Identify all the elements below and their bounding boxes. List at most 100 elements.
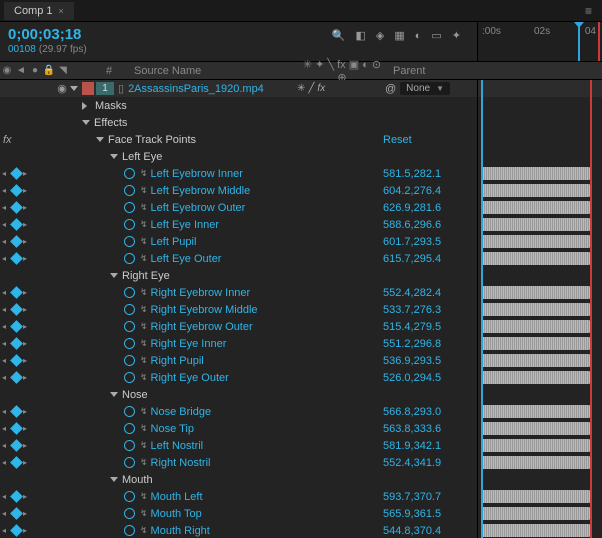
layer-name[interactable]: ▯2AssassinsParis_1920.mp4 [114, 82, 297, 95]
next-keyframe-icon[interactable]: ▸ [23, 170, 31, 178]
keyframe-track[interactable] [481, 184, 590, 197]
prev-keyframe-icon[interactable]: ◂ [2, 187, 10, 195]
next-keyframe-icon[interactable]: ▸ [23, 408, 31, 416]
stopwatch-icon[interactable] [124, 236, 135, 247]
next-keyframe-icon[interactable]: ▸ [23, 289, 31, 297]
link-icon[interactable]: ↯ [140, 304, 148, 315]
keyframe-track[interactable] [481, 320, 590, 333]
prev-keyframe-icon[interactable]: ◂ [2, 204, 10, 212]
stopwatch-icon[interactable] [124, 321, 135, 332]
motion-blur-icon[interactable]: ◐ [415, 30, 422, 42]
prev-keyframe-icon[interactable]: ◂ [2, 493, 10, 501]
collapse-icon[interactable] [110, 392, 118, 401]
property-value[interactable]: 601.7,293.5 [379, 236, 477, 248]
keyframe-diamond-icon[interactable] [10, 286, 23, 299]
link-icon[interactable]: ↯ [140, 423, 148, 434]
pickwhip-icon[interactable]: @ [385, 83, 396, 95]
prev-keyframe-icon[interactable]: ◂ [2, 306, 10, 314]
keyframe-track[interactable] [481, 167, 590, 180]
label-color[interactable] [82, 82, 94, 95]
keyframe-diamond-icon[interactable] [10, 371, 23, 384]
stopwatch-icon[interactable] [124, 508, 135, 519]
keyframe-diamond-icon[interactable] [10, 354, 23, 367]
prev-keyframe-icon[interactable]: ◂ [2, 340, 10, 348]
keyframe-diamond-icon[interactable] [10, 201, 23, 214]
keyframe-track[interactable] [481, 354, 590, 367]
time-ruler[interactable]: :00s 02s 04 [477, 22, 602, 61]
keyframe-diamond-icon[interactable] [10, 490, 23, 503]
keyframe-diamond-icon[interactable] [10, 184, 23, 197]
next-keyframe-icon[interactable]: ▸ [23, 238, 31, 246]
keyframe-track[interactable] [481, 524, 590, 537]
prev-keyframe-icon[interactable]: ◂ [2, 510, 10, 518]
keyframe-diamond-icon[interactable] [10, 218, 23, 231]
property-value[interactable]: 566.8,293.0 [379, 406, 477, 418]
keyframe-track[interactable] [481, 286, 590, 299]
keyframe-diamond-icon[interactable] [10, 252, 23, 265]
property-value[interactable]: 551.2,296.8 [379, 338, 477, 350]
fx-switch[interactable]: fx [317, 83, 325, 94]
prev-keyframe-icon[interactable]: ◂ [2, 255, 10, 263]
property-value[interactable]: 604.2,276.4 [379, 185, 477, 197]
stopwatch-icon[interactable] [124, 355, 135, 366]
keyframe-track[interactable] [481, 337, 590, 350]
keyframe-track[interactable] [481, 439, 590, 452]
keyframe-diamond-icon[interactable] [10, 507, 23, 520]
stopwatch-icon[interactable] [124, 168, 135, 179]
property-value[interactable]: 552.4,282.4 [379, 287, 477, 299]
playhead[interactable] [578, 22, 580, 61]
next-keyframe-icon[interactable]: ▸ [23, 340, 31, 348]
link-icon[interactable]: ↯ [140, 219, 148, 230]
link-icon[interactable]: ↯ [140, 372, 148, 383]
stopwatch-icon[interactable] [124, 457, 135, 468]
next-keyframe-icon[interactable]: ▸ [23, 306, 31, 314]
stopwatch-icon[interactable] [124, 304, 135, 315]
stopwatch-icon[interactable] [124, 338, 135, 349]
graph-editor-icon[interactable]: ▭ [431, 29, 441, 42]
comp-flowchart-icon[interactable]: ◧ [355, 29, 365, 42]
link-icon[interactable]: ↯ [140, 185, 148, 196]
link-icon[interactable]: ↯ [140, 457, 148, 468]
stopwatch-icon[interactable] [124, 253, 135, 264]
property-value[interactable]: 593.7,370.7 [379, 491, 477, 503]
next-keyframe-icon[interactable]: ▸ [23, 187, 31, 195]
prev-keyframe-icon[interactable]: ◂ [2, 425, 10, 433]
stopwatch-icon[interactable] [124, 491, 135, 502]
property-value[interactable]: 544.8,370.4 [379, 525, 477, 537]
property-value[interactable]: 615.7,295.4 [379, 253, 477, 265]
keyframe-diamond-icon[interactable] [10, 456, 23, 469]
keyframe-track[interactable] [481, 405, 590, 418]
prev-keyframe-icon[interactable]: ◂ [2, 459, 10, 467]
link-icon[interactable]: ↯ [140, 440, 148, 451]
stopwatch-icon[interactable] [124, 185, 135, 196]
panel-menu-icon[interactable]: ≡ [579, 4, 598, 18]
link-icon[interactable]: ↯ [140, 491, 148, 502]
next-keyframe-icon[interactable]: ▸ [23, 493, 31, 501]
link-icon[interactable]: ↯ [140, 508, 148, 519]
draft-3d-icon[interactable]: ◈ [376, 29, 384, 42]
keyframe-diamond-icon[interactable] [10, 439, 23, 452]
prev-keyframe-icon[interactable]: ◂ [2, 323, 10, 331]
collapse-icon[interactable] [110, 273, 118, 282]
next-keyframe-icon[interactable]: ▸ [23, 255, 31, 263]
stopwatch-icon[interactable] [124, 202, 135, 213]
collapse-icon[interactable] [110, 477, 118, 486]
current-timecode[interactable]: 0;00;03;18 [8, 26, 81, 43]
prev-keyframe-icon[interactable]: ◂ [2, 238, 10, 246]
stopwatch-icon[interactable] [124, 219, 135, 230]
expand-icon[interactable] [82, 102, 91, 110]
link-icon[interactable]: ↯ [140, 168, 148, 179]
prev-keyframe-icon[interactable]: ◂ [2, 408, 10, 416]
stopwatch-icon[interactable] [124, 525, 135, 536]
collapse-switch-icon[interactable]: ╱ [308, 83, 314, 94]
next-keyframe-icon[interactable]: ▸ [23, 357, 31, 365]
keyframe-diamond-icon[interactable] [10, 235, 23, 248]
collapse-icon[interactable] [96, 137, 104, 146]
prev-keyframe-icon[interactable]: ◂ [2, 170, 10, 178]
keyframe-track[interactable] [481, 490, 590, 503]
property-value[interactable]: 536.9,293.5 [379, 355, 477, 367]
reset-link[interactable]: Reset [379, 134, 477, 146]
property-value[interactable]: 581.9,342.1 [379, 440, 477, 452]
keyframe-diamond-icon[interactable] [10, 167, 23, 180]
stopwatch-icon[interactable] [124, 372, 135, 383]
